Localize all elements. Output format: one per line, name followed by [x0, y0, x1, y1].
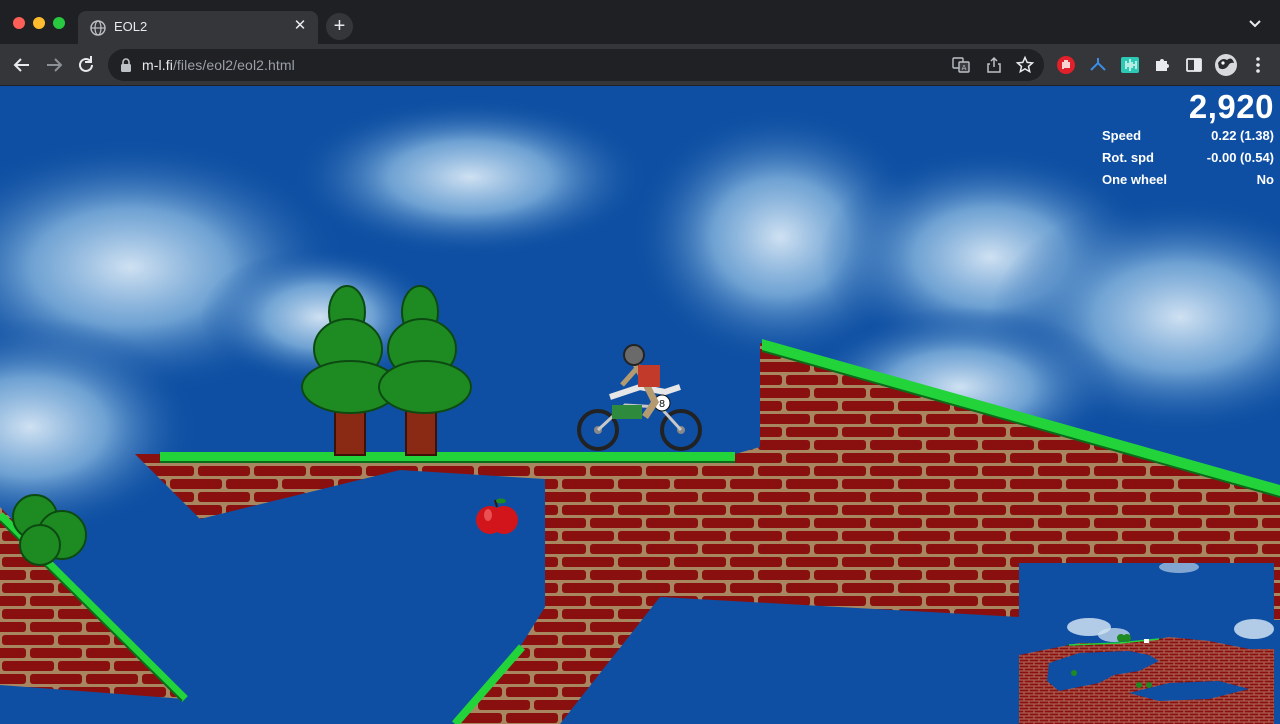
hud-value: No: [1256, 172, 1274, 187]
maximize-window-button[interactable]: [53, 17, 65, 29]
hud-row-one-wheel: One wheel No: [1102, 169, 1274, 191]
hud-value: -0.00 (0.54): [1206, 150, 1274, 165]
tab-title: EOL2: [114, 19, 148, 34]
hud-row-speed: Speed 0.22 (1.38): [1102, 125, 1274, 147]
tab-search-chevron-icon[interactable]: [1246, 14, 1264, 32]
hud: 2,920 Speed 0.22 (1.38) Rot. spd -0.00 (…: [1102, 89, 1274, 191]
address-bar[interactable]: m-l.fi/files/eol2/eol2.html A: [108, 49, 1044, 81]
new-tab-button[interactable]: +: [326, 13, 353, 40]
audio-extension-icon[interactable]: [1120, 55, 1140, 75]
translate-icon[interactable]: A: [951, 55, 971, 75]
hud-label: Speed: [1102, 128, 1142, 143]
hud-row-rotation-speed: Rot. spd -0.00 (0.54): [1102, 147, 1274, 169]
side-panel-icon[interactable]: [1184, 55, 1204, 75]
puzzle-icon[interactable]: [1152, 55, 1172, 75]
url-path: /files/eol2/eol2.html: [172, 57, 295, 73]
share-icon[interactable]: [984, 55, 1004, 75]
blue-extension-icon[interactable]: [1088, 55, 1108, 75]
lock-icon[interactable]: [120, 58, 132, 72]
minimap: [1019, 563, 1274, 724]
globe-icon: [90, 20, 106, 36]
reload-icon[interactable]: [75, 54, 97, 76]
hud-value: 0.22 (1.38): [1211, 128, 1274, 143]
browser-tab[interactable]: EOL2 ✕: [78, 11, 318, 44]
arrow-right-icon[interactable]: [43, 54, 65, 76]
tab-close-icon[interactable]: ✕: [291, 17, 309, 35]
arrow-left-icon[interactable]: [11, 54, 33, 76]
browser-toolbar: m-l.fi/files/eol2/eol2.html A: [0, 44, 1280, 86]
url-text: m-l.fi/files/eol2/eol2.html: [142, 57, 295, 73]
hud-label: One wheel: [1102, 172, 1168, 187]
close-window-button[interactable]: [13, 17, 25, 29]
avatar[interactable]: [1214, 53, 1238, 77]
svg-text:8: 8: [659, 399, 665, 410]
hud-label: Rot. spd: [1102, 150, 1154, 165]
browser-titlebar: EOL2 ✕ +: [0, 0, 1280, 44]
svg-text:A: A: [962, 64, 967, 72]
url-host: m-l.fi: [142, 57, 173, 73]
game-canvas[interactable]: 8 2,920 Speed 0.22 (1.38) Rot. spd -0.00…: [0, 87, 1280, 724]
adblock-extension-icon[interactable]: [1056, 55, 1076, 75]
minimize-window-button[interactable]: [33, 17, 45, 29]
star-icon[interactable]: [1015, 55, 1035, 75]
kebab-menu-icon[interactable]: [1248, 55, 1268, 75]
score: 2,920: [1188, 88, 1274, 125]
